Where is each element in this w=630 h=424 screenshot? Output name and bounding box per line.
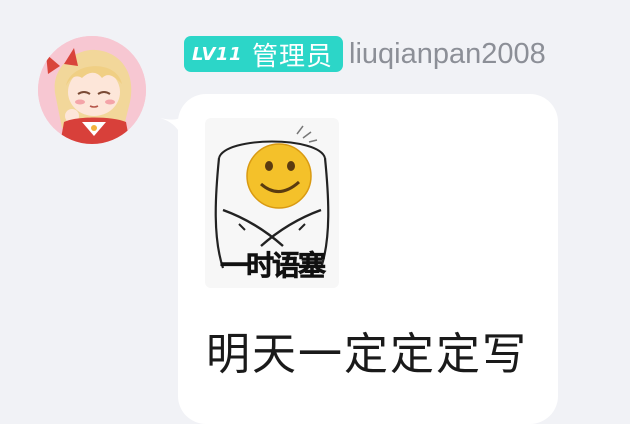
anime-girl-avatar-icon (38, 36, 146, 144)
admin-level-badge[interactable]: LV11 管理员 (184, 36, 343, 72)
level-label: LV11 (192, 44, 242, 65)
meme-sticker[interactable]: 一时语塞 (205, 118, 339, 288)
username[interactable]: liuqianpan2008 (349, 38, 546, 71)
sticker-caption: 一时语塞 (219, 249, 327, 283)
user-avatar[interactable] (38, 36, 146, 144)
message-text: 明天一定定定写 (206, 329, 528, 380)
role-label: 管理员 (251, 41, 333, 72)
message-header: LV11 管理员 liuqianpan2008 (184, 34, 546, 74)
